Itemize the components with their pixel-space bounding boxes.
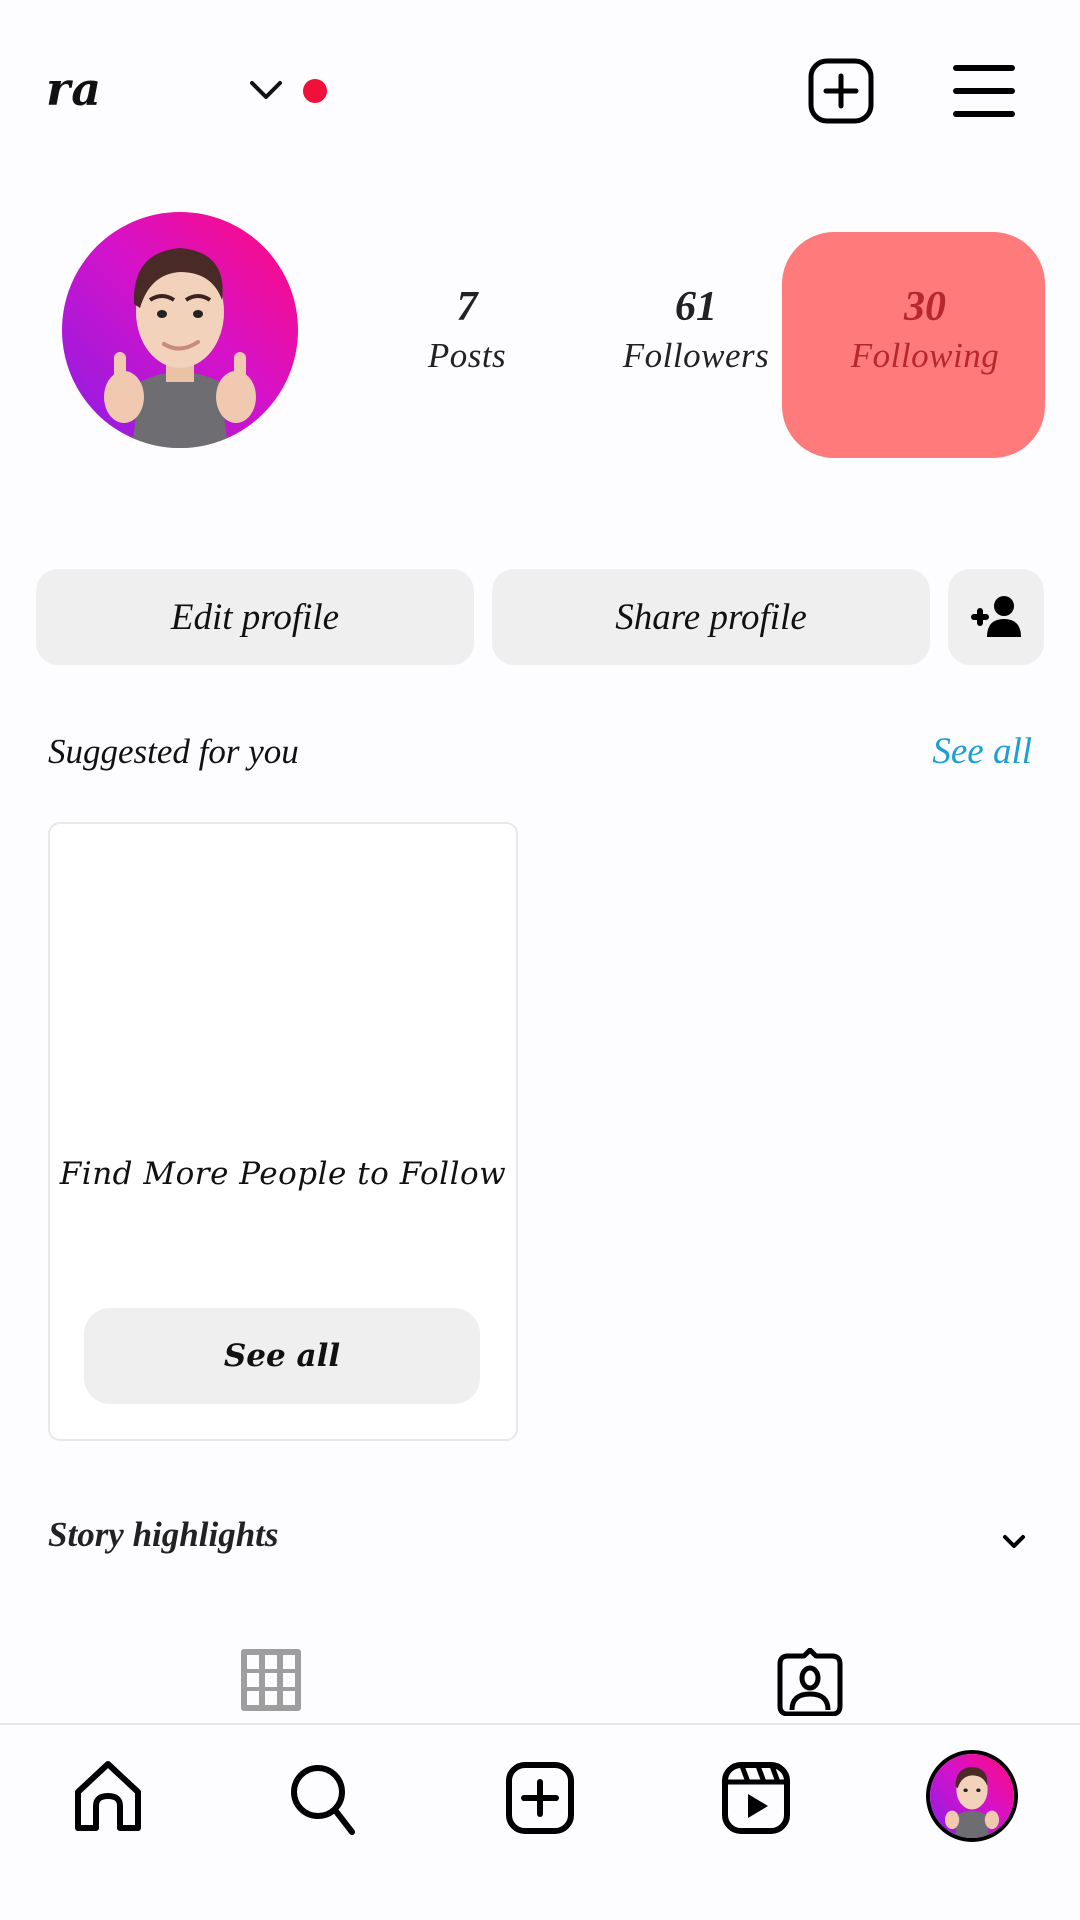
tabs-divider	[0, 1723, 1080, 1725]
stat-followers[interactable]: 61 Followers	[586, 280, 806, 378]
create-post-nav-icon[interactable]	[504, 1760, 576, 1836]
suggested-title: Suggested for you	[48, 732, 299, 771]
posts-count: 7	[456, 284, 478, 330]
username-switcher[interactable]: ra	[46, 62, 102, 116]
followers-count: 61	[675, 284, 717, 330]
home-icon[interactable]	[72, 1760, 144, 1836]
card-see-all-label: See all	[223, 1338, 341, 1374]
find-people-card: Find More People to Follow See all	[48, 822, 518, 1441]
grid-icon[interactable]	[240, 1648, 302, 1712]
chevron-down-icon[interactable]	[1002, 1532, 1026, 1552]
notification-dot	[303, 79, 327, 103]
profile-tab-avatar[interactable]	[926, 1750, 1018, 1842]
avatar-image	[62, 212, 298, 448]
stat-following[interactable]: 30 Following	[815, 280, 1035, 378]
edit-profile-label: Edit profile	[170, 596, 340, 638]
following-count: 30	[904, 284, 946, 330]
create-post-icon[interactable]	[806, 56, 876, 126]
search-icon[interactable]	[288, 1760, 360, 1836]
edit-profile-button[interactable]: Edit profile	[36, 569, 474, 665]
card-see-all-button[interactable]: See all	[84, 1308, 480, 1404]
hamburger-menu-icon[interactable]	[952, 62, 1016, 120]
following-label: Following	[850, 336, 1000, 375]
add-person-icon	[971, 596, 1021, 637]
avatar-image	[930, 1754, 1014, 1838]
story-highlights-title[interactable]: Story highlights	[48, 1515, 279, 1555]
share-profile-button[interactable]: Share profile	[492, 569, 930, 665]
discover-people-button[interactable]	[948, 569, 1044, 665]
stat-posts[interactable]: 7 Posts	[357, 280, 577, 378]
find-people-text: Find More People to Follow	[59, 1156, 507, 1192]
tagged-person-icon[interactable]	[776, 1648, 844, 1716]
posts-label: Posts	[427, 336, 507, 375]
chevron-down-icon[interactable]	[248, 78, 284, 104]
followers-label: Followers	[622, 336, 770, 375]
share-profile-label: Share profile	[615, 596, 807, 638]
suggested-see-all-link[interactable]: See all	[932, 730, 1032, 773]
profile-avatar[interactable]	[62, 212, 298, 448]
reels-icon[interactable]	[720, 1760, 792, 1836]
